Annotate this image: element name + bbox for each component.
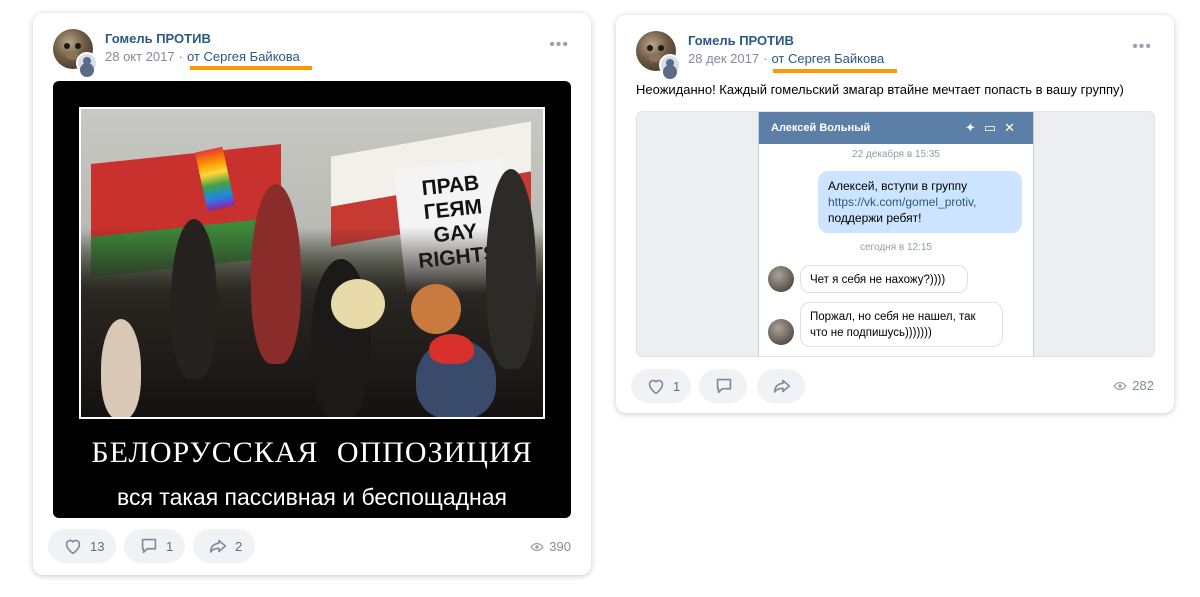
views-counter: 282 [1113, 378, 1154, 393]
signer-link[interactable]: от Сергея Байкова [771, 51, 884, 66]
views-counter: 390 [530, 539, 571, 554]
post-date[interactable]: 28 дек 2017 [688, 51, 759, 66]
heart-icon [648, 379, 664, 395]
eye-icon [1113, 381, 1127, 390]
chat-date: сегодня в 12:15 [860, 242, 932, 253]
chat-header: Алексей Вольный ✦▭✕ [759, 112, 1033, 144]
image-caption-subtitle: вся такая пассивная и беспощадная [116, 484, 507, 510]
post-card-1: Гомель ПРОТИВ 28 окт 2017 · от Сергея Байк… [33, 13, 591, 575]
outgoing-message: Алексей, вступи в группу https://vk.com/… [818, 171, 1022, 233]
like-count: 1 [673, 378, 681, 394]
eye-icon [530, 542, 544, 551]
share-button[interactable]: 2 [193, 529, 255, 563]
author-avatar[interactable] [76, 52, 98, 74]
more-options-icon[interactable]: ••• [549, 37, 569, 53]
highlight-underline [190, 66, 312, 70]
chat-avatar [768, 266, 794, 292]
like-button[interactable]: 1 [631, 369, 691, 403]
post-text: Неожиданно! Каждый гомельский змагар вта… [636, 82, 1124, 97]
heart-icon [65, 539, 81, 555]
post-date[interactable]: 28 окт 2017 [105, 49, 175, 64]
comment-button[interactable] [699, 369, 747, 403]
pin-icon: ✦ [964, 120, 984, 135]
group-name-link[interactable]: Гомель ПРОТИВ [688, 33, 794, 48]
comment-button[interactable]: 1 [124, 529, 185, 563]
views-count: 390 [549, 539, 571, 554]
image-caption-title: БЕЛОРУССКАЯ ОППОЗИЦИЯ [91, 436, 533, 469]
post-meta: 28 окт 2017 · от Сергея Байкова [105, 49, 300, 64]
chat-avatar [768, 319, 794, 345]
meta-separator: · [763, 51, 768, 66]
like-button[interactable]: 13 [48, 529, 116, 563]
incoming-message: Чет я себя не нахожу?)))) [800, 265, 968, 293]
chat-title: Алексей Вольный [771, 122, 871, 134]
post-meta: 28 дек 2017 · от Сергея Байкова [688, 51, 884, 66]
share-button[interactable] [757, 369, 805, 403]
more-options-icon[interactable]: ••• [1132, 39, 1152, 55]
group-name-link[interactable]: Гомель ПРОТИВ [105, 31, 211, 46]
incoming-message: Поржал, но себя не нашел, так что не под… [800, 302, 1003, 347]
close-icon: ✕ [1004, 120, 1023, 135]
chat-window: Алексей Вольный ✦▭✕ 22 декабря в 15:35 А… [758, 112, 1034, 356]
minimize-icon: ▭ [983, 120, 1005, 135]
group-link: https://vk.com/gomel_protiv, [828, 195, 977, 209]
post-card-2: Гомель ПРОТИВ 28 дек 2017 · от Сергея Байк… [616, 15, 1174, 413]
like-count: 13 [90, 538, 105, 554]
meta-separator: · [178, 49, 183, 64]
highlight-underline [773, 69, 897, 73]
views-count: 282 [1132, 378, 1154, 393]
author-avatar[interactable] [659, 54, 681, 76]
post-image[interactable]: ПРАВ ГЕЯМ GAY RIGHTS БЕЛОРУССКАЯ ОППОЗИЦ… [53, 81, 571, 518]
comment-count: 1 [166, 538, 174, 554]
chat-date: 22 декабря в 15:35 [852, 149, 940, 160]
comment-icon [141, 538, 157, 554]
share-count: 2 [235, 538, 243, 554]
demotivator-photo: ПРАВ ГЕЯМ GAY RIGHTS [79, 107, 545, 419]
share-icon [209, 539, 227, 553]
share-icon [773, 379, 791, 393]
screenshot-attachment[interactable]: Алексей Вольный ✦▭✕ 22 декабря в 15:35 А… [636, 111, 1155, 357]
comment-icon [716, 378, 732, 394]
signer-link[interactable]: от Сергея Байкова [187, 49, 300, 64]
